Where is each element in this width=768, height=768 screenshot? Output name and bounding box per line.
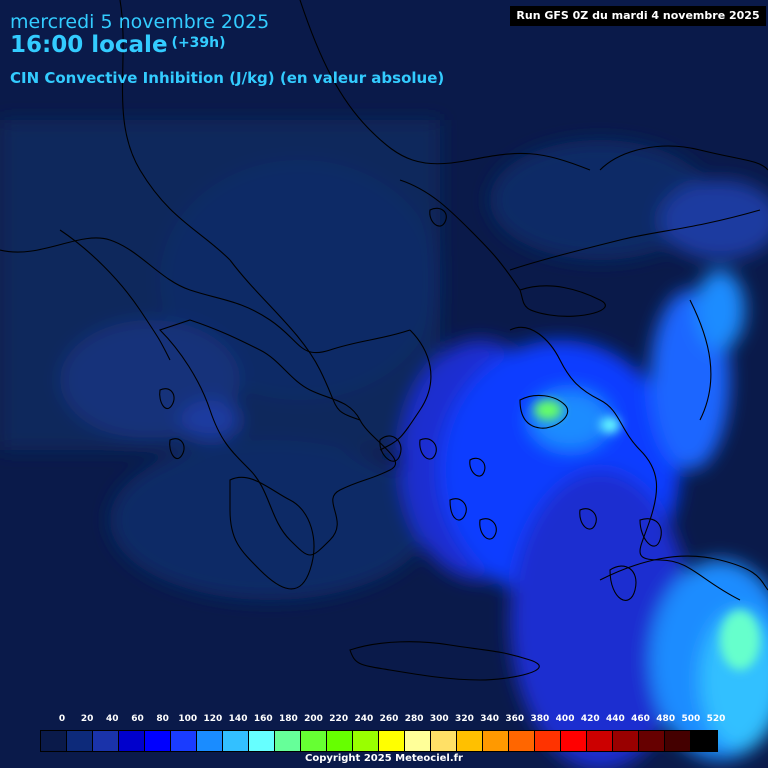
legend-label: 420 (580, 714, 600, 724)
time-label: 16:00 locale (10, 32, 168, 58)
legend-label: 280 (404, 714, 424, 724)
legend-label: 40 (106, 714, 119, 724)
legend-swatch (171, 731, 197, 751)
legend-swatch (145, 731, 171, 751)
legend-label: 480 (656, 714, 676, 724)
legend-label: 240 (354, 714, 374, 724)
legend-label: 260 (379, 714, 399, 724)
legend-swatch (223, 731, 249, 751)
legend-swatch (457, 731, 483, 751)
legend-swatch (535, 731, 561, 751)
legend-label: 100 (178, 714, 198, 724)
legend-swatch (431, 731, 457, 751)
legend-label: 400 (555, 714, 575, 724)
legend-label: 460 (631, 714, 650, 724)
legend-swatch (509, 731, 535, 751)
forecast-offset: (+39h) (171, 35, 226, 51)
legend-label: 360 (505, 714, 525, 724)
legend-label: 380 (530, 714, 550, 724)
legend-swatch (483, 731, 509, 751)
forecast-time: 16:00 locale (+39h) (10, 32, 226, 58)
legend-swatch (301, 731, 327, 751)
legend-label: 160 (253, 714, 273, 724)
legend-label: 0 (58, 714, 66, 724)
legend-label: 300 (429, 714, 449, 724)
legend-label: 520 (706, 714, 726, 724)
legend-swatch (665, 731, 691, 751)
legend-label: 120 (203, 714, 223, 724)
legend-swatch (67, 731, 93, 751)
legend-swatch (639, 731, 665, 751)
legend-label: 60 (131, 714, 144, 724)
legend-label: 200 (304, 714, 323, 724)
model-run-label: Run GFS 0Z du mardi 4 novembre 2025 (510, 6, 766, 26)
legend-label: 80 (156, 714, 169, 724)
legend-swatch (613, 731, 639, 751)
legend-label: 140 (228, 714, 248, 724)
legend-color-bar (40, 730, 718, 752)
legend-swatch (275, 731, 301, 751)
legend-swatch (119, 731, 145, 751)
legend-swatch (327, 731, 353, 751)
legend-label: 180 (278, 714, 298, 724)
legend-labels: 0 20 40 60 80 100 120 140 160 180 200 220 240 260 280 3… (40, 714, 730, 728)
legend-swatch (587, 731, 613, 751)
variable-title: CIN Convective Inhibition (J/kg) (en val… (10, 69, 445, 87)
legend-swatch (405, 731, 431, 751)
legend-label: 220 (329, 714, 349, 724)
legend-swatch (93, 731, 119, 751)
legend-label: 320 (455, 714, 474, 724)
date-title: mercredi 5 novembre 2025 (10, 11, 269, 33)
copyright: Copyright 2025 Meteociel.fr (305, 753, 463, 764)
legend-swatch (197, 731, 223, 751)
legend-label: 20 (80, 714, 94, 724)
legend-label: 440 (605, 714, 625, 724)
cin-weather-map: mercredi 5 novembre 2025 (0, 0, 768, 768)
legend-swatch (379, 731, 405, 751)
legend-swatch (691, 731, 717, 751)
legend-label: 340 (480, 714, 500, 724)
legend-swatch (41, 731, 67, 751)
legend-swatch (353, 731, 379, 751)
legend-swatch (249, 731, 275, 751)
legend-swatch (561, 731, 587, 751)
legend-label: 500 (681, 714, 701, 724)
